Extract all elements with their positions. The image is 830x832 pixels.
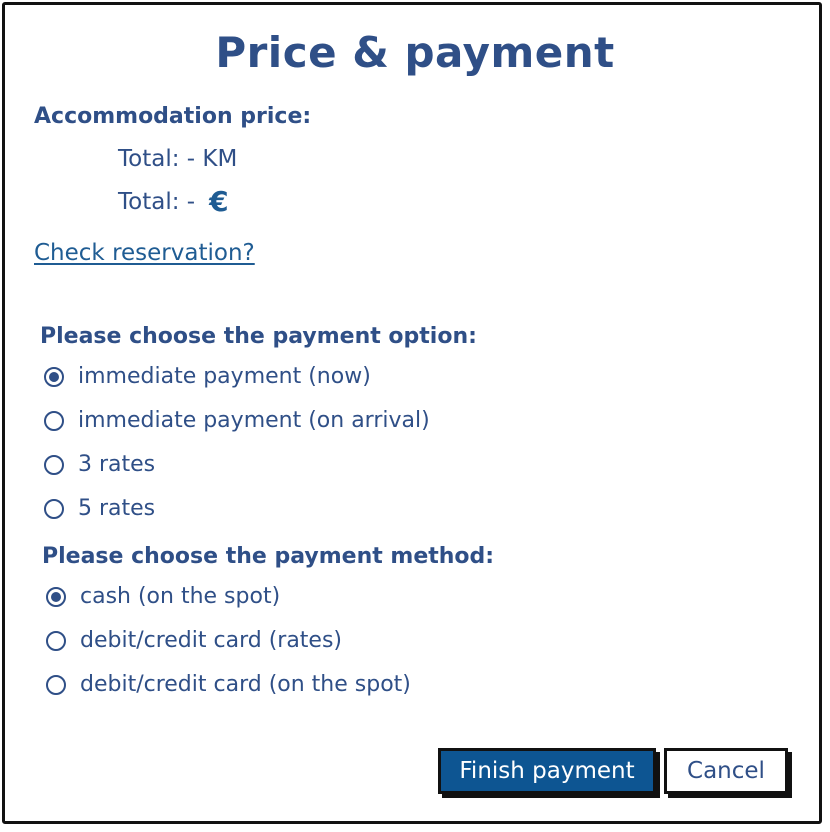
cancel-button[interactable]: Cancel	[664, 748, 788, 794]
payment-method-label: Please choose the payment method:	[42, 544, 495, 569]
payment-option-label-text: immediate payment (now)	[78, 364, 371, 389]
total-km: Total: - KM	[118, 146, 237, 172]
total-km-text: Total: - KM	[118, 146, 238, 172]
payment-method-label-text: debit/credit card (rates)	[80, 628, 343, 653]
radio-unchecked-icon[interactable]	[44, 498, 64, 519]
payment-method-card-rates[interactable]: debit/credit card (rates)	[46, 628, 342, 653]
payment-method-card-spot[interactable]: debit/credit card (on the spot)	[46, 672, 411, 697]
radio-unchecked-icon[interactable]	[44, 454, 64, 475]
payment-option-label: Please choose the payment option:	[40, 324, 477, 349]
euro-icon: €	[209, 185, 229, 218]
payment-option-label-text: 3 rates	[78, 452, 156, 477]
payment-option-label-text: 5 rates	[78, 496, 156, 521]
radio-checked-icon[interactable]	[44, 366, 64, 387]
payment-option-on-arrival[interactable]: immediate payment (on arrival)	[44, 408, 430, 433]
dialog-title: Price & payment	[215, 28, 615, 77]
radio-checked-icon[interactable]	[46, 586, 66, 607]
radio-unchecked-icon[interactable]	[44, 410, 64, 431]
total-eur-text: Total: -	[118, 189, 196, 215]
accommodation-price-label: Accommodation price:	[34, 104, 312, 129]
payment-method-cash[interactable]: cash (on the spot)	[46, 584, 280, 609]
payment-option-3-rates[interactable]: 3 rates	[44, 452, 155, 477]
radio-unchecked-icon[interactable]	[46, 630, 66, 651]
payment-option-label-text: immediate payment (on arrival)	[78, 408, 430, 433]
payment-method-label-text: cash (on the spot)	[80, 584, 281, 609]
radio-unchecked-icon[interactable]	[46, 674, 66, 695]
payment-option-5-rates[interactable]: 5 rates	[44, 496, 155, 521]
payment-option-now[interactable]: immediate payment (now)	[44, 364, 371, 389]
total-eur: Total: - €	[118, 188, 229, 216]
payment-method-label-text: debit/credit card (on the spot)	[80, 672, 411, 697]
finish-payment-button[interactable]: Finish payment	[438, 748, 656, 794]
check-reservation-link[interactable]: Check reservation?	[34, 240, 255, 266]
